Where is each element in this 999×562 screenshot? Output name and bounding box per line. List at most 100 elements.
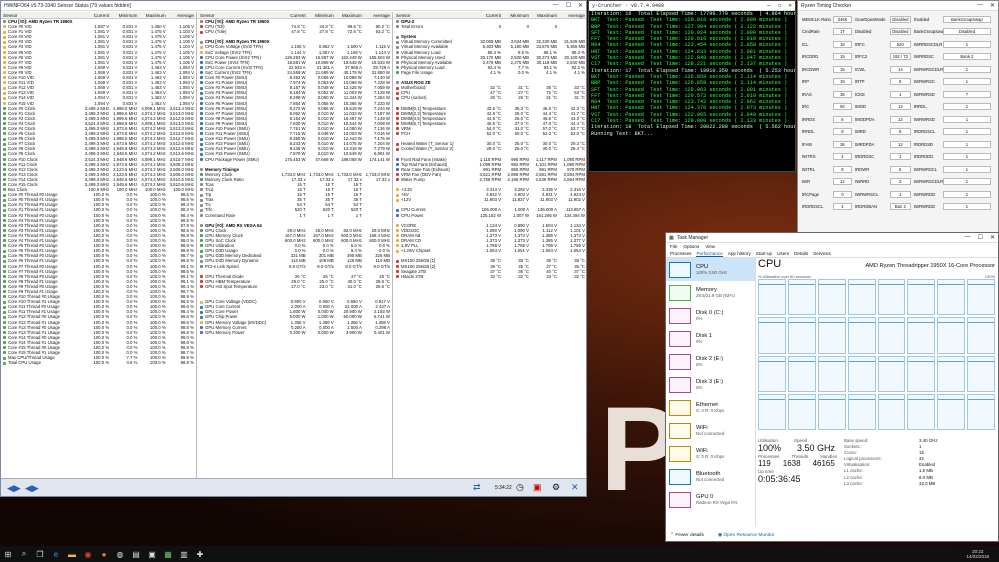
maximize-icon[interactable]: ☐: [778, 2, 782, 9]
sensor-row[interactable]: GPU Hot Spot Temperature 27.0 °C 23.0 °C 31…: [198, 284, 392, 289]
perf-item-disk-3-e-[interactable]: Disk 3 (E:) 0%: [666, 373, 755, 396]
tab-details[interactable]: Details: [794, 251, 808, 256]
menu-options[interactable]: Options: [683, 244, 699, 249]
perf-item-wifi[interactable]: WiFi S: 0 R: 0 Kbps: [666, 442, 755, 465]
sensor-row[interactable]: Total CPU Usage 100.0 % 0.6 % 100.0 % 98.8 %: [1, 360, 196, 365]
tab-processes[interactable]: Processes: [670, 251, 691, 256]
menu-view[interactable]: View: [705, 244, 715, 249]
sparkline-graph: [669, 284, 691, 301]
perf-item-disk-1[interactable]: Disk 1 0%: [666, 327, 755, 350]
perf-item-memory[interactable]: Memory 29.5/31.9 GB (92%): [666, 281, 755, 304]
system-clock[interactable]: 20:23 14/02/2018: [966, 549, 999, 559]
perf-item-disk-0-c-[interactable]: Disk 0 (C:) 0%: [666, 304, 755, 327]
sensor-icon: [3, 81, 6, 85]
ycruncher-console[interactable]: Iteration: 16 Total Elapsed Time: 17799.…: [589, 11, 795, 137]
sensor-row[interactable]: Cooled Water (T_Sensor 2) 29.0 °C 25.0 °C 3…: [394, 146, 586, 151]
rtc-taskbar-icon[interactable]: ▥: [176, 546, 192, 562]
sensor-row[interactable]: CPU (Tdie) 47.8 °C 27.8 °C 72.6 °C 53.2 °C: [198, 29, 392, 34]
sensor-row[interactable]: CPU (socket) 30 °C 25 °C 31 °C 31 °C: [394, 95, 586, 100]
perf-item-ethernet[interactable]: Ethernet S: 0 R: 0 Kbps: [666, 396, 755, 419]
perf-item-bluetooth[interactable]: Bluetooth Not connected: [666, 465, 755, 488]
clock-icon[interactable]: ◷: [516, 482, 524, 493]
sensor-row[interactable]: Hitachi 2TB 32 °C 32 °C 33 °C 32 °C: [394, 274, 586, 279]
sensor-row[interactable]: Command Rate 1 T 1 T 1 T: [198, 213, 392, 218]
open-resource-monitor-link[interactable]: ◉ Open Resource Monitor: [718, 533, 774, 538]
menu-file[interactable]: File: [670, 244, 677, 249]
close-icon[interactable]: ✕: [788, 2, 792, 9]
column-header[interactable]: Maximum: [531, 13, 559, 18]
column-header[interactable]: Current: [475, 13, 503, 18]
close-icon[interactable]: ✕: [990, 234, 995, 241]
start-button[interactable]: ⊞: [0, 546, 16, 562]
terminal-icon[interactable]: ▣: [144, 546, 160, 562]
column-header[interactable]: Sensor: [198, 13, 279, 18]
sensor-row[interactable]: PCI-e Link Speed 8.0 GT/s 8.0 GT/s 8.0 GT/s…: [198, 264, 392, 269]
column-header[interactable]: Minimum: [503, 13, 531, 18]
sensor-row[interactable]: +1.05V Chipset 1.054 V 1.051 V 1.054 V 1.054…: [394, 248, 586, 253]
column-header[interactable]: Current: [83, 13, 111, 18]
hwinfo-taskbar-icon[interactable]: ▤: [128, 546, 144, 562]
search-icon[interactable]: ⌕: [16, 546, 32, 562]
timing-value: 6: [889, 165, 911, 173]
close-icon[interactable]: ✕: [990, 2, 995, 9]
column-header[interactable]: Average: [168, 13, 196, 18]
sensor-row[interactable]: Page File Usage 4.1 % 0.0 % 4.1 % 4.1 %: [394, 70, 586, 75]
perf-item-sub: Not connected: [696, 431, 725, 436]
sensor-row[interactable]: PCH 52.0 °C 50.0 °C 52.0 °C 52.0 °C: [394, 131, 586, 136]
timing-value: 14: [889, 65, 911, 73]
minimize-icon[interactable]: —: [553, 2, 559, 9]
perf-item-disk-2-e-[interactable]: Disk 2 (E:) 0%: [666, 350, 755, 373]
report-icon[interactable]: ▣: [533, 482, 542, 493]
firefox-icon[interactable]: ●: [96, 546, 112, 562]
network-icon[interactable]: ⇄: [473, 482, 481, 493]
perf-item-cpu[interactable]: CPU 100% 3.50 GHz: [666, 258, 755, 281]
tab-performance[interactable]: Performance: [696, 251, 723, 257]
folder-icon[interactable]: ▬: [64, 546, 80, 562]
column-header[interactable]: Maximum: [139, 13, 167, 18]
settings-icon[interactable]: ⚙: [552, 482, 560, 493]
ycruncher-titlebar[interactable]: y-Cruncher - v0.7.4.9480 — ☐ ✕: [589, 1, 795, 11]
column-header[interactable]: Sensor: [394, 13, 475, 18]
hwinfo-titlebar[interactable]: HWiNFO64 v5.73-3340 Sensor Status [79 va…: [1, 1, 586, 11]
sensor-row[interactable]: Water Pump 2,766 RPM 2,196 RPM 2,636 RPM 2,5…: [394, 177, 586, 182]
nav-left-icon[interactable]: ◀▶: [7, 483, 21, 494]
perf-item-wifi[interactable]: WiFi Not connected: [666, 419, 755, 442]
sensor-row[interactable]: GPU Memory Power 0.300 W 0.000 W 3.900 W 0.4…: [198, 330, 392, 335]
tab-app-history[interactable]: App history: [728, 251, 751, 256]
taskmgr-titlebar[interactable]: ▦ Task Manager — ☐ ✕: [666, 233, 998, 243]
perf-item-gpu-0[interactable]: GPU 0 Radeon RX Vega 0%: [666, 488, 755, 511]
minimize-icon[interactable]: —: [965, 234, 971, 241]
minimize-icon[interactable]: —: [977, 2, 983, 9]
sensor-row[interactable]: Total Errors 0 0 0: [394, 24, 586, 29]
sensor-pane-3: Sensor Current Minimum Maximum Average GPU-Z T…: [394, 12, 586, 478]
chrome-icon[interactable]: ◉: [80, 546, 96, 562]
minimize-icon[interactable]: —: [767, 2, 771, 9]
tab-services[interactable]: Services: [813, 251, 831, 256]
column-header[interactable]: Average: [559, 13, 586, 18]
timing-value: 1: [942, 65, 991, 73]
column-header[interactable]: Sensor: [1, 13, 83, 18]
rtc-titlebar[interactable]: Ryzen Timing Checker — ✕: [798, 1, 998, 11]
close-icon[interactable]: ✕: [578, 2, 583, 9]
maximize-icon[interactable]: ☐: [978, 234, 983, 241]
nav-right-icon[interactable]: ◀▶: [25, 483, 39, 494]
column-header[interactable]: Average: [364, 13, 392, 18]
sensor-row[interactable]: +12V 11.903 V 11.837 V 11.903 V 11.902 V: [394, 197, 586, 202]
close-sensors-icon[interactable]: ✕: [571, 482, 579, 493]
taskmgr-tabs: Processes Performance App history Start-up U…: [666, 250, 998, 258]
ycruncher-taskbar-icon[interactable]: ✚: [192, 546, 208, 562]
fewer-details-link[interactable]: ⌃ Fewer details: [670, 533, 704, 538]
edge-icon[interactable]: e: [48, 546, 64, 562]
task-view-icon[interactable]: ❐: [32, 546, 48, 562]
sensor-row[interactable]: CPU Package Power (SMU) 176.453 W 47.668 W…: [198, 157, 392, 162]
steam-icon[interactable]: ◍: [112, 546, 128, 562]
column-header[interactable]: Minimum: [308, 13, 336, 18]
column-header[interactable]: Minimum: [111, 13, 139, 18]
tab-users[interactable]: Users: [777, 251, 789, 256]
column-header[interactable]: Current: [279, 13, 307, 18]
maximize-icon[interactable]: ☐: [566, 2, 571, 9]
taskmgr-taskbar-icon[interactable]: ▦: [160, 546, 176, 562]
column-header[interactable]: Maximum: [336, 13, 364, 18]
sensor-row[interactable]: CPU Power 125.162 W 1.007 W 161.295 W 134.49…: [394, 213, 586, 218]
tab-start-up[interactable]: Start-up: [756, 251, 772, 256]
